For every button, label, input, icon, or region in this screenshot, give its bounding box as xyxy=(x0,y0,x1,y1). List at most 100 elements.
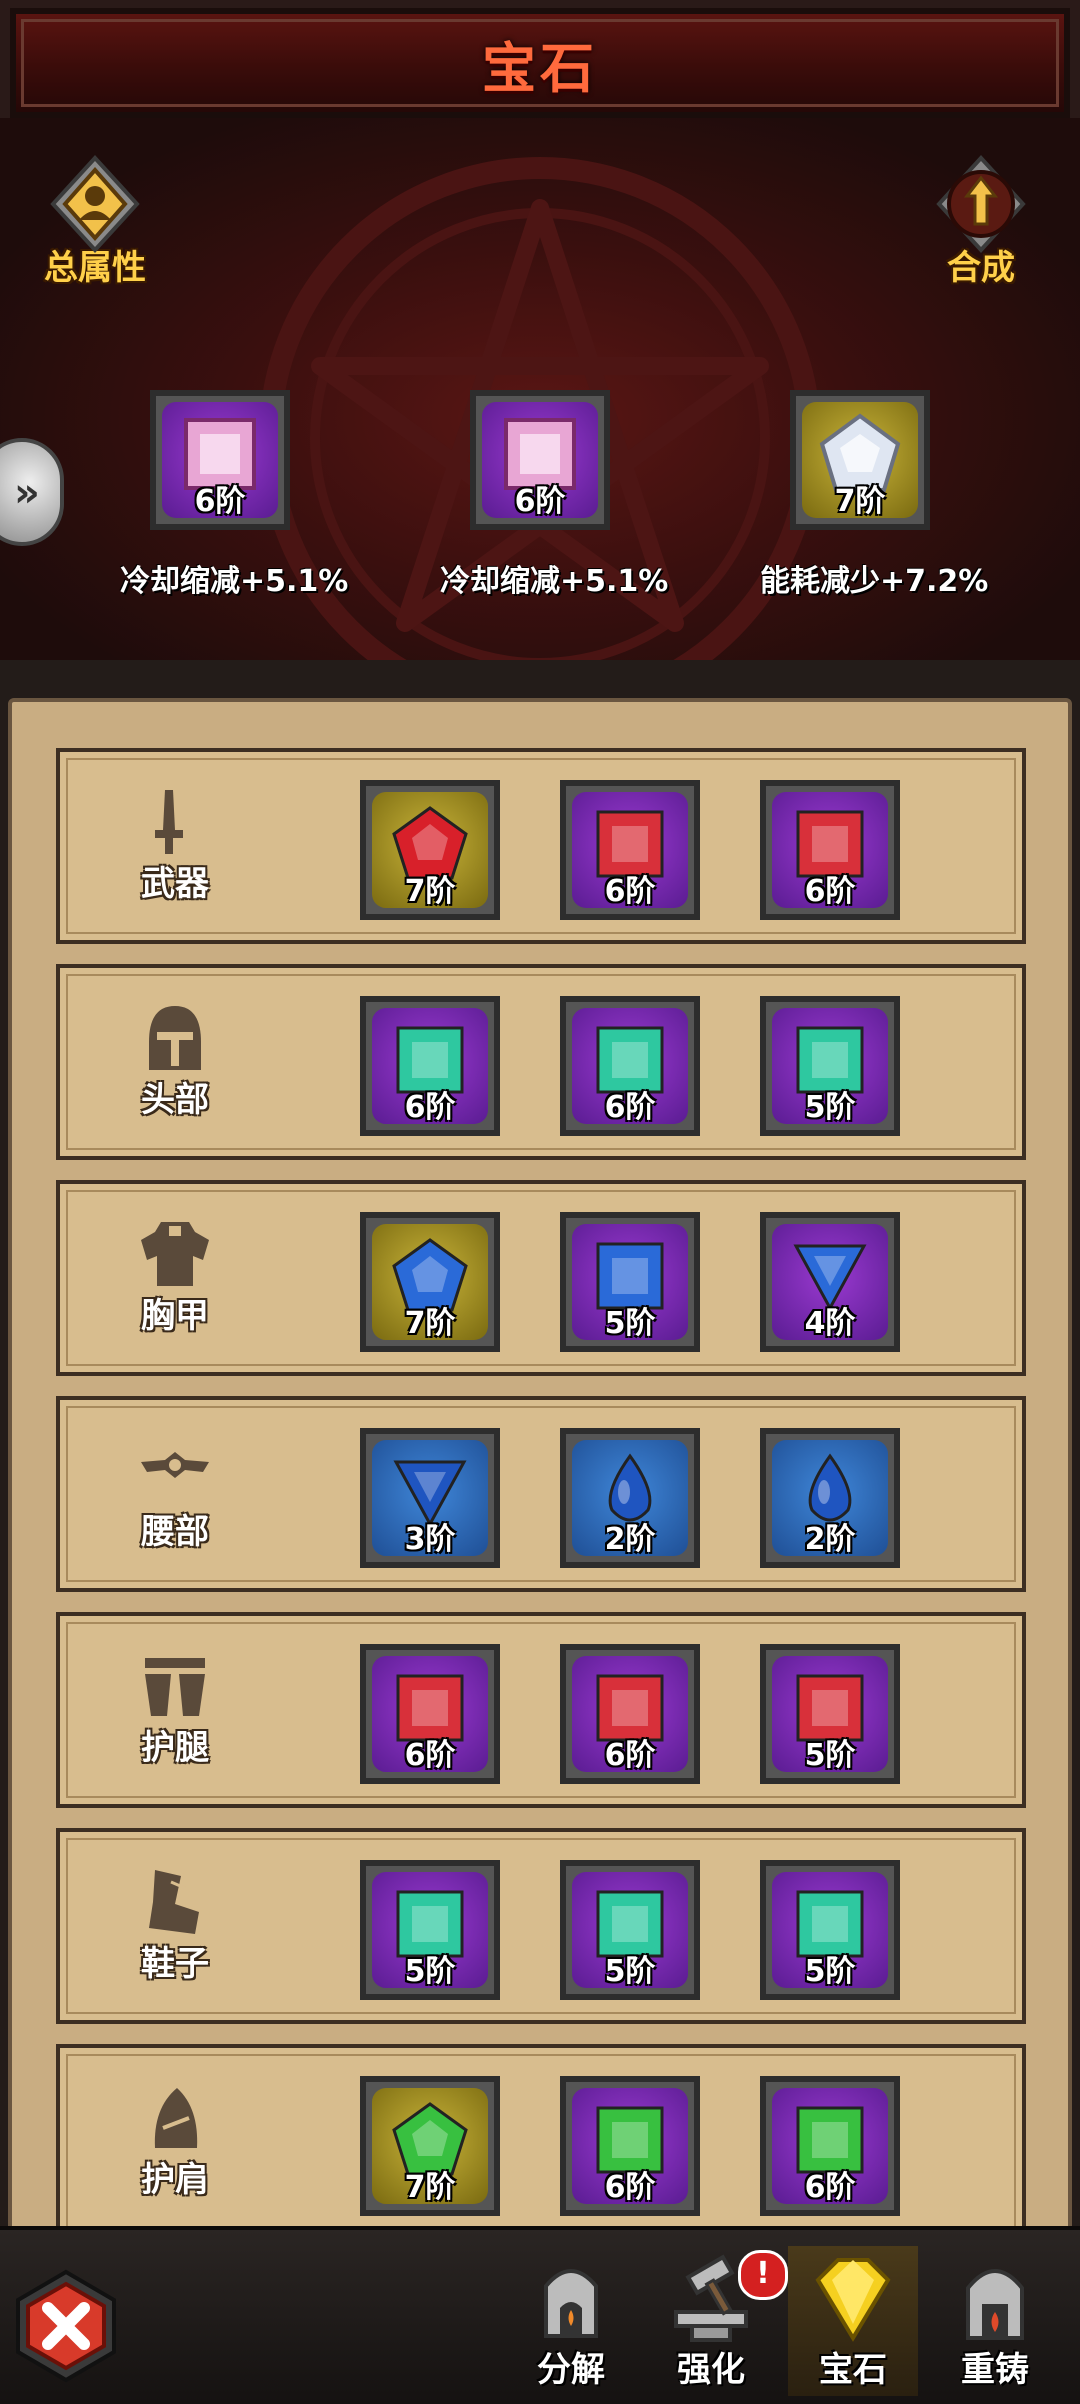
gem-icon xyxy=(815,2258,891,2342)
gem-socket[interactable]: 6阶 xyxy=(560,780,700,920)
gem-tier: 3阶 xyxy=(404,1522,456,1557)
gem-tier: 6阶 xyxy=(604,874,656,909)
belt-icon xyxy=(141,1452,209,1478)
gem-bonus: 能耗减少+7.2% xyxy=(760,564,989,599)
gem-tier: 5阶 xyxy=(604,1954,656,1989)
gem-socket[interactable]: 6阶 xyxy=(560,2076,700,2216)
leg-armor-icon xyxy=(145,1658,205,1716)
slot-label: 武器 xyxy=(141,864,209,904)
synthesize-button[interactable]: 合成 xyxy=(916,154,1046,289)
title-bar: 宝石 xyxy=(10,8,1070,118)
slot-label: 护腿 xyxy=(141,1728,209,1768)
gem-socket[interactable]: 6阶 xyxy=(360,996,500,1136)
gem-tier: 6阶 xyxy=(514,484,566,519)
equipment-slot[interactable]: 胸甲 xyxy=(120,1214,230,1337)
gem-socket[interactable]: 5阶 xyxy=(760,1860,900,2000)
gem-tier: 7阶 xyxy=(404,2170,456,2205)
boots-icon xyxy=(149,1870,199,1934)
side-expand-button[interactable]: » xyxy=(0,438,64,546)
gem-socket[interactable]: 6阶 xyxy=(560,1644,700,1784)
gem-tier: 6阶 xyxy=(804,874,856,909)
equipment-slot[interactable]: 护肩 xyxy=(120,2078,230,2201)
gem-socket[interactable]: 6阶 xyxy=(560,996,700,1136)
featured-gem-area: » 总属性 合成 6阶 冷却缩减+5.1% 6阶 冷却缩减+5.1% 7阶 能耗… xyxy=(0,118,1080,668)
bottom-nav: 分解 强化 宝石 重铸 ! xyxy=(0,2226,1080,2404)
furnace-icon xyxy=(544,2269,598,2338)
gem-frame: 7阶 xyxy=(790,390,930,530)
slot-label: 胸甲 xyxy=(141,1296,209,1336)
gem-tier: 6阶 xyxy=(194,484,246,519)
gem-tier: 2阶 xyxy=(804,1522,856,1557)
gem-socket[interactable]: 6阶 xyxy=(760,780,900,920)
gem-bonus: 冷却缩减+5.1% xyxy=(120,564,349,599)
equipment-row: 头部 6阶 6阶 5阶 xyxy=(56,964,1026,1160)
tab-reforge[interactable]: 重铸 xyxy=(930,2246,1060,2396)
featured-gem-3[interactable]: 7阶 能耗减少+7.2% xyxy=(760,390,989,600)
strengthen-alert-badge: ! xyxy=(738,2250,788,2300)
equipment-slot[interactable]: 护腿 xyxy=(120,1646,230,1769)
gem-tier: 5阶 xyxy=(604,1306,656,1341)
close-icon xyxy=(16,2269,116,2383)
tab-label: 强化 xyxy=(677,2350,745,2390)
gem-socket[interactable]: 5阶 xyxy=(560,1860,700,2000)
gem-socket[interactable]: 5阶 xyxy=(760,1644,900,1784)
slot-label: 护肩 xyxy=(141,2160,209,2200)
gem-tier: 7阶 xyxy=(404,1306,456,1341)
gem-socket[interactable]: 2阶 xyxy=(560,1428,700,1568)
gem-socket[interactable]: 7阶 xyxy=(360,780,500,920)
gem-bonus: 冷却缩减+5.1% xyxy=(440,564,669,599)
page-title: 宝石 xyxy=(482,37,598,100)
gem-tier: 5阶 xyxy=(804,1090,856,1125)
gem-socket[interactable]: 6阶 xyxy=(360,1644,500,1784)
tab-decompose[interactable]: 分解 xyxy=(506,2246,636,2396)
gem-frame: 6阶 xyxy=(150,390,290,530)
slot-label: 鞋子 xyxy=(141,1944,209,1984)
equipment-slot[interactable]: 腰部 xyxy=(120,1430,230,1553)
gem-tier: 6阶 xyxy=(604,1738,656,1773)
equipment-row: 鞋子 5阶 5阶 5阶 xyxy=(56,1828,1026,2024)
forge-icon xyxy=(966,2269,1024,2340)
shoulder-armor-icon xyxy=(154,2088,198,2148)
equipment-slot[interactable]: 鞋子 xyxy=(120,1862,230,1985)
equipment-row: 护肩 7阶 6阶 6阶 xyxy=(56,2044,1026,2240)
person-badge-icon xyxy=(45,154,145,254)
tab-label: 宝石 xyxy=(819,2350,887,2390)
tab-gem[interactable]: 宝石 xyxy=(788,2246,918,2396)
equipment-slot[interactable]: 头部 xyxy=(120,998,230,1121)
gem-socket[interactable]: 5阶 xyxy=(760,996,900,1136)
gem-tier: 6阶 xyxy=(404,1090,456,1125)
equipment-row: 武器 7阶 6阶 6阶 xyxy=(56,748,1026,944)
chest-armor-icon xyxy=(141,1222,209,1286)
gem-socket[interactable]: 6阶 xyxy=(760,2076,900,2216)
gem-socket[interactable]: 7阶 xyxy=(360,2076,500,2216)
gem-socket[interactable]: 2阶 xyxy=(760,1428,900,1568)
total-attributes-button[interactable]: 总属性 xyxy=(30,154,160,289)
gem-tier: 6阶 xyxy=(604,2170,656,2205)
slot-label: 腰部 xyxy=(141,1512,209,1552)
equipment-row: 护腿 6阶 6阶 5阶 xyxy=(56,1612,1026,1808)
helmet-icon xyxy=(149,1006,201,1070)
featured-gem-1[interactable]: 6阶 冷却缩减+5.1% xyxy=(120,390,349,600)
equipment-slot[interactable]: 武器 xyxy=(120,782,230,905)
gem-tier: 7阶 xyxy=(834,484,886,519)
gem-tier: 6阶 xyxy=(804,2170,856,2205)
slot-label: 头部 xyxy=(141,1080,209,1120)
gem-socket[interactable]: 5阶 xyxy=(360,1860,500,2000)
gem-frame: 6阶 xyxy=(470,390,610,530)
gem-socket[interactable]: 3阶 xyxy=(360,1428,500,1568)
featured-gem-2[interactable]: 6阶 冷却缩减+5.1% xyxy=(440,390,669,600)
upgrade-arrow-icon xyxy=(931,154,1031,254)
gem-tier: 6阶 xyxy=(604,1090,656,1125)
gem-socket[interactable]: 4阶 xyxy=(760,1212,900,1352)
double-chevron-right-icon: » xyxy=(14,470,40,516)
sword-icon xyxy=(155,790,183,854)
gem-tier: 5阶 xyxy=(804,1954,856,1989)
gem-socket[interactable]: 7阶 xyxy=(360,1212,500,1352)
close-button[interactable] xyxy=(6,2266,126,2386)
gem-socket[interactable]: 5阶 xyxy=(560,1212,700,1352)
gem-tier: 2阶 xyxy=(604,1522,656,1557)
gem-tier: 5阶 xyxy=(804,1738,856,1773)
gem-tier: 4阶 xyxy=(804,1306,856,1341)
gem-tier: 5阶 xyxy=(404,1954,456,1989)
gem-tier: 7阶 xyxy=(404,874,456,909)
